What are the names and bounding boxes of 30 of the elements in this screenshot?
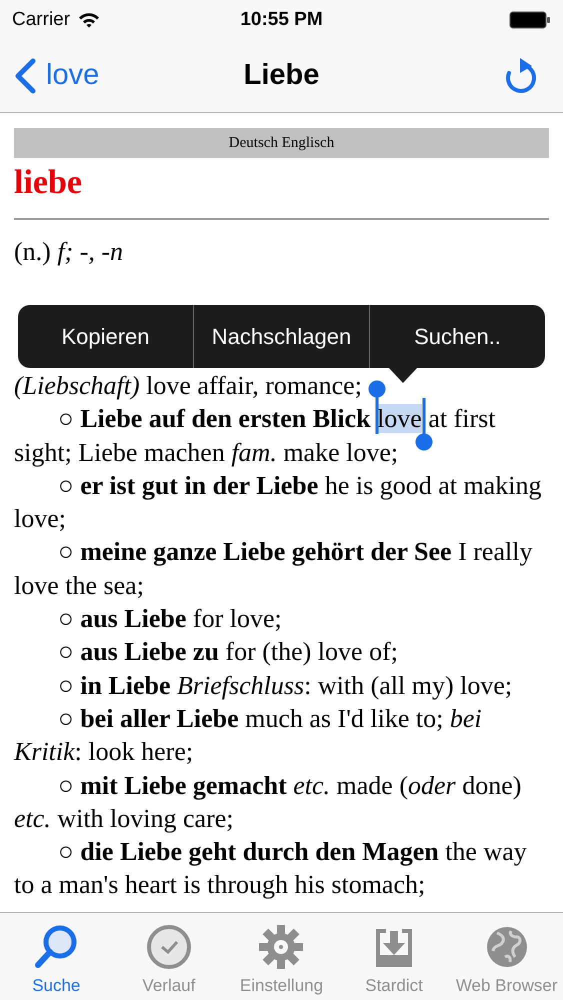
definition-line: ○ die Liebe geht durch den Magen the way to a man's heart is through his stomach; <box>14 836 528 902</box>
definition-line: ○ Liebe auf den ersten Blick love at first sight; Liebe machen fam. make love; <box>14 403 496 469</box>
carrier-label: Carrier <box>12 8 70 32</box>
definition-line: ○ mit Liebe gemacht etc. made (oder done) etc. with loving care; <box>14 770 522 835</box>
tab-item[interactable]: Einstellung <box>225 913 338 1000</box>
headword: liebe <box>14 163 83 203</box>
definition-line: ○ aus Liebe zu for (the) love of; <box>57 636 398 668</box>
tab-item[interactable]: Stardict <box>338 913 450 1000</box>
grammar-info: (n.) f; -, -n <box>14 236 124 268</box>
definition-line: ○ meine ganze Liebe gehört der See I really love the sea; <box>14 536 534 602</box>
definition-line: ○ aus Liebe for love; <box>57 603 282 636</box>
definition-line: ○ in Liebe Briefschluss: with (all my) love; <box>57 670 512 702</box>
tab-item[interactable]: Suche <box>0 913 113 1000</box>
definition-line: (Liebschaft) love affair, romance; <box>14 370 362 402</box>
clock-time: 10:55 PM <box>240 8 323 32</box>
tab-item[interactable]: Verlauf <box>112 913 226 1000</box>
definition-line: ○ bei aller Liebe much as I'd like to; bei Kritik: look here; <box>14 702 483 768</box>
page-title: Liebe <box>244 58 320 94</box>
back-button[interactable]: love <box>14 54 100 98</box>
menu-item[interactable]: Nachschlagen <box>193 305 369 368</box>
gear-icon <box>257 923 306 971</box>
battery-icon <box>509 11 551 29</box>
language-bar: Deutsch Englisch <box>14 128 549 158</box>
menu-item[interactable]: Kopieren <box>18 305 193 368</box>
tab-item[interactable]: Web Browser <box>450 913 563 1000</box>
definition-line: ○ er ist gut in der Liebe he is good at making love; <box>14 470 542 536</box>
refresh-icon[interactable] <box>503 57 537 95</box>
clock-icon <box>144 923 193 971</box>
chevron-left-icon <box>14 58 36 94</box>
wifi-icon <box>78 12 100 28</box>
